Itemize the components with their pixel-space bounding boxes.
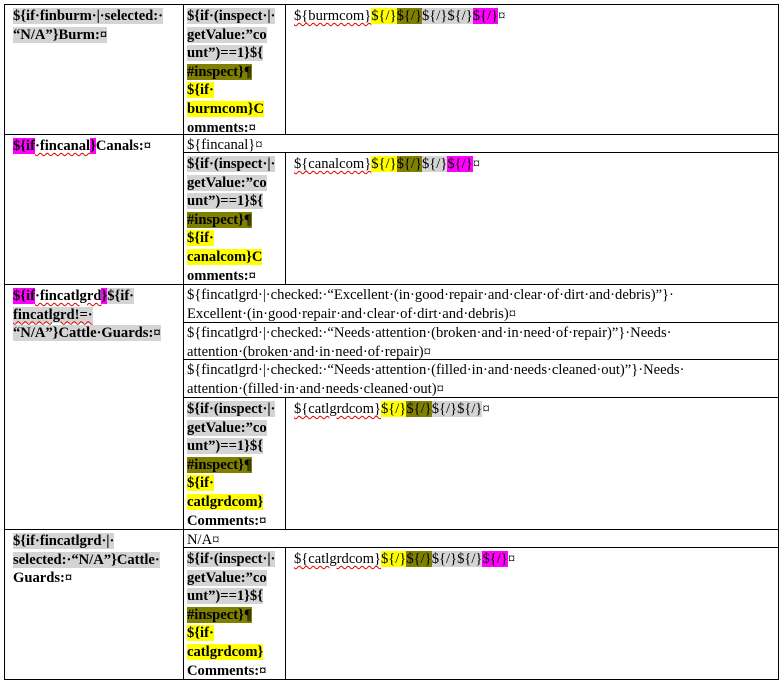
cattle-guards-inspect-block: ${if·(inspect·|· getValue:”co unt”)==1}$…: [187, 401, 276, 529]
cattle-guards-label: ${if·fincatlgrd}${if· fincatlgrd!=· “N/A”}…: [13, 288, 161, 342]
burm-label: ${if·finburm·|·selected:· “N/A”}Burm:¤: [13, 8, 164, 43]
canal-inspect-block: ${if·(inspect·|· getValue:”co unt”)==1}$…: [187, 156, 276, 284]
cattle-guards-na-comment-field: ${catlgrdcom}${/}${/}${/}${/}${/}¤: [294, 551, 516, 567]
cattle-guards-option-excellent: ${fincatlgrd·|·checked:·“Excellent·(in·g…: [187, 287, 674, 322]
cattle-guards-na-inspect-block: ${if·(inspect·|· getValue:”co unt”)==1}$…: [187, 551, 276, 679]
cattle-guards-option-filled: ${fincatlgrd·|·checked:·“Needs·attention…: [187, 362, 685, 397]
cattle-guards-na-label: ${if·fincatlgrd·|· selected:·“N/A”}Cattle…: [13, 533, 160, 587]
canal-comment-field: ${canalcom}${/}${/}${/}${/}¤: [294, 156, 481, 172]
cattle-guards-option-broken: ${fincatlgrd·|·checked:·“Needs·attention…: [187, 325, 672, 359]
cattle-guards-na-value: N/A¤: [187, 532, 220, 547]
canal-value: ${fincanal}¤: [187, 137, 263, 152]
burm-inspect-block: ${if·(inspect·|· getValue:”co unt”)==1}$…: [187, 8, 276, 134]
template-table: ${if·finburm·|·selected:· “N/A”}Burm:¤ ${…: [0, 0, 779, 680]
cattle-guards-comment-field: ${catlgrdcom}${/}${/}${/}${/}¤: [294, 401, 490, 417]
burm-comment-field: ${burmcom}${/}${/}${/}${/}${/}¤: [294, 8, 506, 24]
canal-label: ${if·fincanal}Canals:¤: [13, 138, 152, 154]
